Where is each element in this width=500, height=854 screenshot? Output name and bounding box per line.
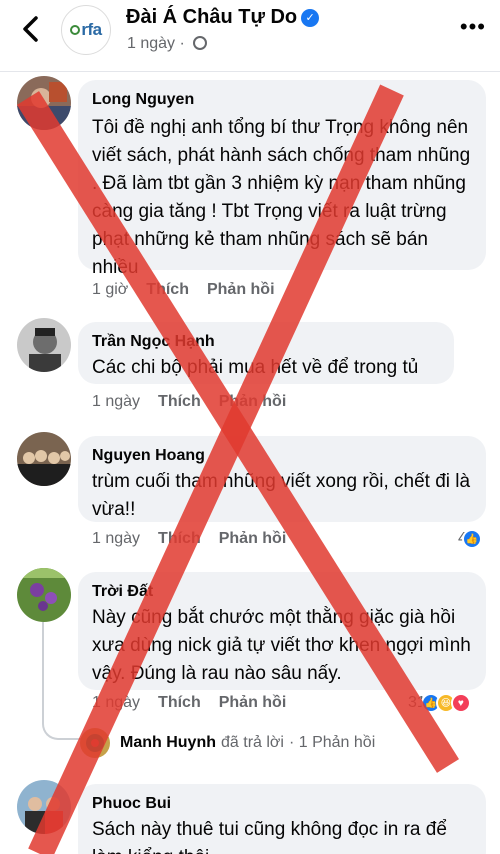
reply-action: đã trả lời xyxy=(221,734,284,751)
rfa-logo-dot xyxy=(70,25,81,35)
comment-text: trùm cuối tham nhũng viết xong rồi, chết… xyxy=(92,471,471,520)
post-header: rfa Đài Á Châu Tự Do ✓ 1 ngày · ••• xyxy=(0,0,500,72)
comment-actions: 1 ngày Thích Phản hồi xyxy=(92,530,304,548)
like-reaction-icon: 👍 xyxy=(461,529,482,549)
avatar[interactable] xyxy=(17,568,71,622)
comment-bubble: Trần Ngọc Hạnh Các chi bộ phải mua hết v… xyxy=(78,322,454,384)
avatar-image xyxy=(17,780,71,834)
avatar-image xyxy=(17,318,71,372)
reply-button[interactable]: Phản hồi xyxy=(207,281,275,298)
globe-icon xyxy=(193,36,208,50)
page-name-link[interactable]: Đài Á Châu Tự Do ✓ xyxy=(126,6,320,29)
view-replies-link[interactable]: Manh Huynh đã trả lời · 1 Phản hồi xyxy=(80,728,375,758)
comment-text: Sách này thuê tui cũng không đọc in ra đ… xyxy=(92,819,447,854)
avatar[interactable] xyxy=(17,318,71,372)
reply-author: Manh Huynh xyxy=(120,734,216,751)
comment-time[interactable]: 1 ngày xyxy=(92,530,140,547)
reaction-summary[interactable]: 4 👍 xyxy=(458,529,482,549)
avatar-image xyxy=(17,568,71,622)
chevron-left-icon xyxy=(23,16,38,42)
love-reaction-icon: ♥ xyxy=(450,693,471,713)
page-avatar-text: rfa xyxy=(81,20,102,39)
reply-button[interactable]: Phản hồi xyxy=(219,393,287,410)
comment-author[interactable]: Phuoc Bui xyxy=(92,794,472,814)
avatar-image xyxy=(17,432,71,486)
verified-badge-icon: ✓ xyxy=(301,9,320,27)
comment-text: Này cũng bắt chước một thằng giặc già hồ… xyxy=(92,607,471,684)
comment-author[interactable]: Nguyen Hoang xyxy=(92,446,472,466)
comment-actions: 1 ngày Thích Phản hồi xyxy=(92,694,304,712)
comment-text: Tôi đề nghị anh tổng bí thư Trọng không … xyxy=(92,117,471,278)
comment-author[interactable]: Long Nguyen xyxy=(92,90,472,110)
like-button[interactable]: Thích xyxy=(158,694,201,711)
comment-actions: 1 giờ Thích Phản hồi xyxy=(92,281,293,299)
avatar-image xyxy=(80,728,110,758)
more-options-button[interactable]: ••• xyxy=(460,14,486,40)
comment-text: Các chi bộ phải mua hết về để trong tủ xyxy=(92,357,419,378)
comment-author[interactable]: Trời Đất xyxy=(92,582,472,602)
page-avatar[interactable]: rfa xyxy=(61,5,111,55)
post-meta: 1 ngày · xyxy=(127,35,208,53)
avatar[interactable] xyxy=(17,780,71,834)
reaction-summary[interactable]: 31 👍 😆 ♥ xyxy=(408,693,471,713)
avatar xyxy=(80,728,110,758)
comment-time[interactable]: 1 giờ xyxy=(92,281,128,298)
comment-actions: 1 ngày Thích Phản hồi xyxy=(92,393,304,411)
reply-count: · 1 Phản hồi xyxy=(288,734,376,751)
avatar-image xyxy=(17,76,71,130)
more-icon: ••• xyxy=(459,14,486,39)
like-button[interactable]: Thích xyxy=(158,530,201,547)
post-time[interactable]: 1 ngày xyxy=(127,35,175,52)
like-button[interactable]: Thích xyxy=(158,393,201,410)
reply-button[interactable]: Phản hồi xyxy=(219,694,287,711)
page-name: Đài Á Châu Tự Do xyxy=(126,6,298,28)
comment-time[interactable]: 1 ngày xyxy=(92,694,140,711)
like-button[interactable]: Thích xyxy=(146,281,189,298)
comment-bubble: Trời Đất Này cũng bắt chước một thằng gi… xyxy=(78,572,486,690)
thread-connector xyxy=(42,622,82,740)
comment-bubble: Long Nguyen Tôi đề nghị anh tổng bí thư … xyxy=(78,80,486,278)
avatar[interactable] xyxy=(17,432,71,486)
comment-author[interactable]: Trần Ngọc Hạnh xyxy=(92,332,440,352)
reply-button[interactable]: Phản hồi xyxy=(219,530,287,547)
comment-bubble: Nguyen Hoang trùm cuối tham nhũng viết x… xyxy=(78,436,486,522)
comment-bubble: Phuoc Bui Sách này thuê tui cũng không đ… xyxy=(78,784,486,854)
comment-time[interactable]: 1 ngày xyxy=(92,393,140,410)
avatar[interactable] xyxy=(17,76,71,130)
back-button[interactable] xyxy=(14,12,48,46)
